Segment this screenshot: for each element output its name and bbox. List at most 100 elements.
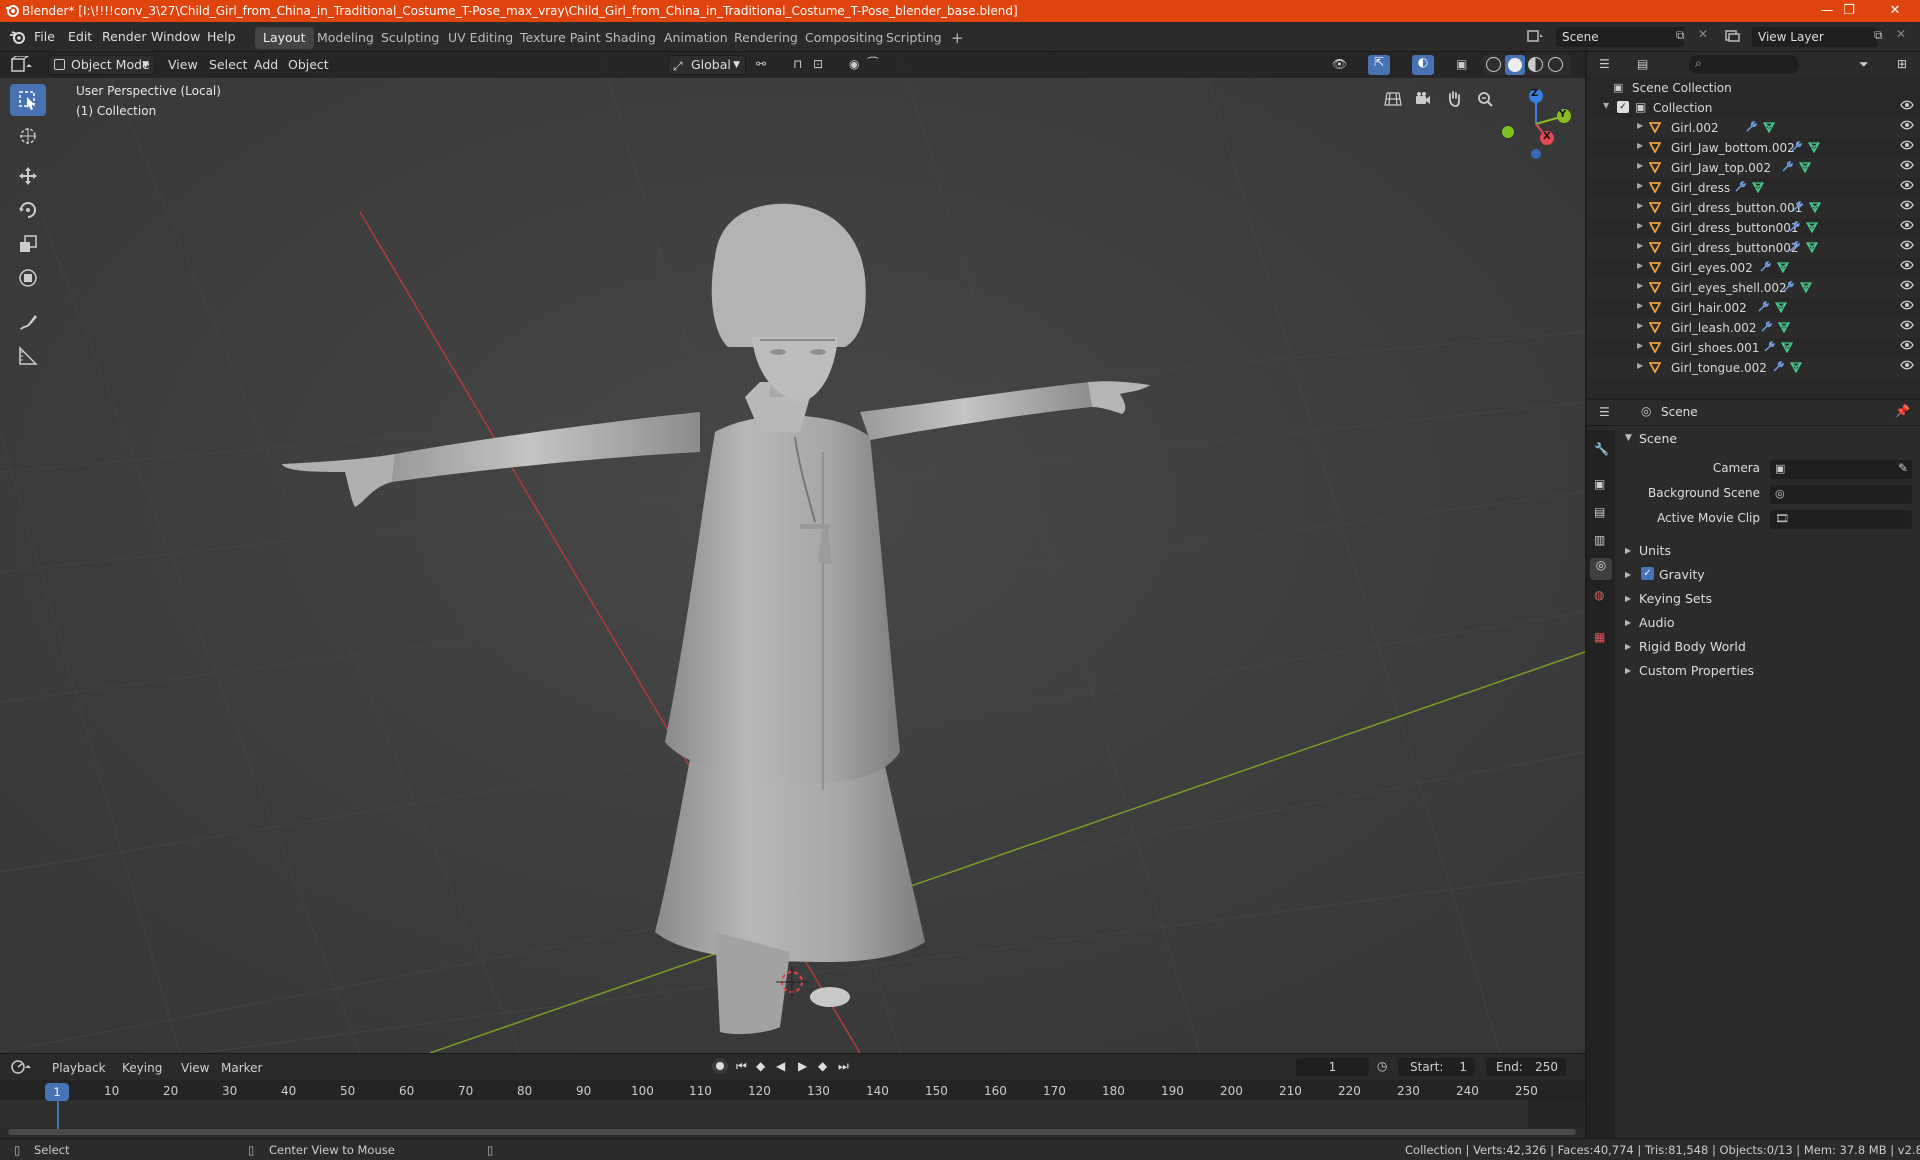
3d-viewport[interactable] [0,52,1585,1053]
mesh-data-icon[interactable] [1799,281,1813,296]
timeline-editor-type-icon[interactable] [10,1059,36,1078]
pivot-point-icon[interactable]: ⚯ [756,57,766,71]
menu-file[interactable]: File [34,29,55,44]
start-frame-field[interactable]: Start: 1 [1398,1058,1475,1076]
panel-collapsed-icon[interactable]: ▶ [1625,570,1631,579]
view-layer-tab-icon[interactable]: ▥ [1594,533,1605,547]
gizmo-toggle-icon[interactable]: ⇱ [1368,55,1390,75]
material-shading-icon[interactable] [1528,57,1543,72]
mesh-data-icon[interactable] [1762,121,1776,136]
tab-shading[interactable]: Shading [597,27,664,49]
checkbox-icon[interactable]: ✓ [1617,101,1629,113]
tab-uv-editing[interactable]: UV Editing [440,27,521,49]
modifier-wrench-icon[interactable] [1760,321,1772,336]
editor-type-icon[interactable] [10,55,36,77]
eye-icon[interactable] [1900,139,1914,154]
panel-collapsed-icon[interactable]: ▶ [1625,642,1631,651]
new-collection-icon[interactable]: ⊞ [1897,57,1907,71]
outliner-object-row[interactable]: ▶ Girl.002 [1587,118,1920,138]
modifier-wrench-icon[interactable] [1734,181,1746,196]
disclosure-triangle-icon[interactable]: ▶ [1637,341,1643,350]
eye-icon[interactable] [1900,319,1914,334]
eyedropper-icon[interactable]: ✎ [1898,461,1908,475]
properties-editor-type-icon[interactable]: ☰ [1599,405,1610,419]
active-movie-clip-field[interactable]: 🎞 [1770,510,1912,529]
move-tool[interactable] [10,160,46,192]
view-layer-browse-icon[interactable] [1724,28,1746,46]
select-box-tool[interactable] [10,84,46,116]
eye-icon[interactable] [1900,179,1914,194]
remove-scene-icon[interactable]: ✕ [1698,27,1708,41]
menu-render[interactable]: Render [102,29,147,44]
rotate-tool[interactable] [10,194,46,226]
disclosure-triangle-icon[interactable]: ▶ [1637,161,1643,170]
overlay-toggle-icon[interactable]: ◐ [1412,55,1434,75]
tab-rendering[interactable]: Rendering [726,27,806,49]
disclosure-triangle-icon[interactable]: ▶ [1637,121,1643,130]
outliner-editor-type-icon[interactable]: ☰ [1599,57,1610,71]
panel-collapsed-icon[interactable]: ▶ [1625,666,1631,675]
timeline-menu-keying[interactable]: Keying [122,1061,162,1075]
outliner-object-row[interactable]: ▶ Girl_shoes.001 [1587,338,1920,358]
blender-menu-icon[interactable] [8,29,26,48]
tab-animation[interactable]: Animation [656,27,736,49]
mesh-data-icon[interactable] [1808,201,1822,216]
menu-window[interactable]: Window [151,29,200,44]
rigid-body-world-panel[interactable]: Rigid Body World [1639,639,1746,654]
modifier-wrench-icon[interactable] [1781,161,1793,176]
filter-icon[interactable]: ⏷ [1859,57,1869,72]
disclosure-triangle-icon[interactable]: ▶ [1637,221,1643,230]
new-view-layer-icon[interactable]: ⧉ [1874,28,1883,43]
menu-help[interactable]: Help [207,29,236,44]
eye-icon[interactable] [1900,279,1914,294]
panel-collapsed-icon[interactable]: ▶ [1625,546,1631,555]
outliner-object-row[interactable]: ▶ Girl_hair.002 [1587,298,1920,318]
disclosure-triangle-icon[interactable]: ▼ [1603,101,1609,110]
modifier-wrench-icon[interactable] [1763,341,1775,356]
falloff-icon[interactable]: ⁀ [868,57,878,71]
eye-icon[interactable] [1900,219,1914,234]
timeline-menu-playback[interactable]: Playback [52,1061,106,1075]
snap-target-icon[interactable]: ⊡ [813,57,823,71]
measure-tool[interactable] [10,340,46,372]
pan-hand-icon[interactable] [1440,85,1468,113]
camera-field[interactable]: ▣ ✎ [1770,460,1912,479]
outliner-object-row[interactable]: ▶ Girl_dress_button001 [1587,218,1920,238]
play-reverse-icon[interactable]: ◀ [776,1059,785,1073]
gravity-checkbox[interactable]: ✓ [1641,567,1654,580]
outliner-row-scene-collection[interactable]: ▣ Scene Collection [1587,78,1920,98]
disclosure-triangle-icon[interactable]: ▶ [1637,321,1643,330]
playhead[interactable]: 1 [45,1083,69,1101]
scale-tool[interactable] [10,228,46,260]
tool-tab-icon[interactable]: 🔧 [1594,442,1609,456]
restore-button[interactable]: ❐ [1826,0,1872,22]
modifier-wrench-icon[interactable] [1782,281,1794,296]
mode-dropdown[interactable]: Object Mode ▼ [48,55,155,75]
mesh-data-icon[interactable] [1776,261,1790,276]
proportional-edit-icon[interactable]: ◉ [849,57,859,71]
disclosure-triangle-icon[interactable]: ▶ [1637,361,1643,370]
scene-tab-icon[interactable]: ◎ [1590,558,1612,580]
orientation-dropdown[interactable]: ⤢ Global ▼ [668,55,746,75]
play-icon[interactable]: ▶ [798,1059,807,1073]
mesh-data-icon[interactable] [1780,341,1794,356]
solid-shading-icon[interactable] [1505,55,1525,75]
cursor-tool[interactable] [10,120,46,152]
timeline-menu-view[interactable]: View [181,1061,209,1075]
record-button[interactable] [712,1058,728,1074]
scene-panel-title[interactable]: Scene [1639,431,1677,446]
modifier-wrench-icon[interactable] [1791,201,1803,216]
timeline-scrollbar[interactable] [8,1129,1576,1135]
background-scene-field[interactable]: ◎ [1770,485,1912,504]
pin-icon[interactable]: 📌 [1895,404,1910,418]
gravity-panel[interactable]: Gravity [1659,567,1705,582]
timeline-track-area[interactable] [0,1100,1585,1128]
outliner-object-row[interactable]: ▶ Girl_leash.002 [1587,318,1920,338]
eye-icon[interactable] [1900,259,1914,274]
panel-expanded-icon[interactable]: ▼ [1625,433,1632,443]
disclosure-triangle-icon[interactable]: ▶ [1637,261,1643,270]
eye-icon[interactable] [1900,199,1914,214]
disclosure-triangle-icon[interactable]: ▶ [1637,201,1643,210]
viewport-menu-object[interactable]: Object [288,57,329,72]
mesh-data-icon[interactable] [1798,161,1812,176]
